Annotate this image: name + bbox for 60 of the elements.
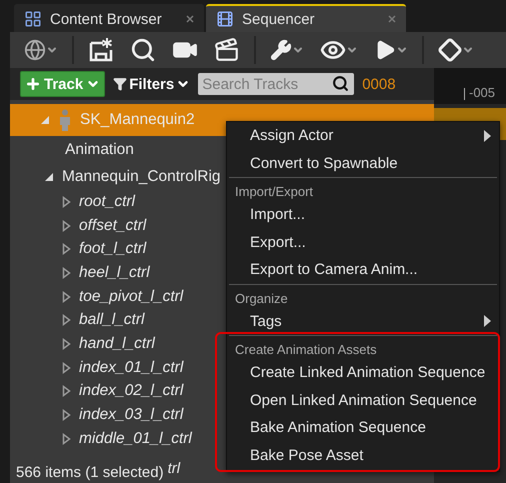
search-field[interactable]: Search Tracks: [198, 73, 354, 95]
collapsed-arrow-icon[interactable]: [62, 362, 71, 374]
search-icon[interactable]: [130, 37, 156, 63]
tree-label: heel_l_ctrl: [79, 264, 150, 282]
tab[interactable]: Sequencer: [206, 4, 406, 32]
collapsed-arrow-icon[interactable]: [62, 409, 71, 422]
tree-label: index_02_l_ctrl: [79, 382, 184, 400]
tree-label: index_01_l_ctrl: [79, 358, 184, 377]
plus-icon: [25, 76, 41, 92]
close-icon[interactable]: [388, 15, 396, 23]
menu-item[interactable]: Bake Animation Sequence: [229, 414, 497, 442]
submenu-arrow-icon: [484, 315, 491, 328]
submenu-arrow-icon: [484, 130, 491, 142]
expanded-arrow-icon[interactable]: [44, 172, 54, 182]
globe-icon[interactable]: [24, 39, 46, 61]
menu-section-heading: Import/Export: [234, 183, 314, 201]
menu-item[interactable]: Bake Pose Asset: [229, 442, 497, 469]
tree-label: trl: [168, 460, 180, 477]
search-icon: [332, 75, 350, 92]
clapperboard-icon[interactable]: [214, 37, 240, 63]
tree-label: hand_l_ctrl: [79, 334, 155, 353]
tree-label: SK_Mannequin2: [80, 111, 195, 129]
collapsed-arrow-icon[interactable]: [62, 266, 71, 279]
collapsed-arrow-icon[interactable]: [62, 432, 71, 445]
ruler-tick-label: -005: [469, 85, 496, 100]
tree-label: index_03_l_ctrl: [79, 406, 184, 424]
filter-icon: [113, 77, 128, 91]
collapsed-arrow-icon[interactable]: [62, 385, 71, 398]
menu-item[interactable]: Export...: [229, 228, 497, 256]
close-icon[interactable]: [186, 15, 194, 23]
collapsed-arrow-icon[interactable]: [62, 314, 71, 326]
film-icon: [216, 10, 234, 28]
tree-label: root_ctrl: [79, 192, 135, 211]
menu-item[interactable]: Tags: [229, 308, 497, 335]
filters-button[interactable]: Filters: [113, 76, 190, 92]
tree-label: ball_l_ctrl: [79, 311, 144, 330]
collapsed-arrow-icon[interactable]: [62, 196, 71, 208]
wrench-icon[interactable]: [270, 39, 292, 61]
menu-item[interactable]: Convert to Spawnable: [229, 150, 497, 177]
menu-section-heading: Create Animation Assets: [234, 341, 378, 359]
collapsed-arrow-icon[interactable]: [62, 290, 71, 303]
tab[interactable]: Content Browser: [14, 4, 204, 32]
grid-icon: [24, 10, 42, 28]
menu-item[interactable]: Create Linked Animation Sequence: [229, 359, 497, 386]
tree-label: Mannequin_ControlRig: [62, 168, 221, 186]
menu-item[interactable]: Open Linked Animation Sequence: [229, 386, 497, 414]
menu-item[interactable]: Import...: [229, 201, 497, 228]
menu-item[interactable]: Export to Camera Anim...: [229, 256, 497, 284]
collapsed-arrow-icon[interactable]: [62, 243, 71, 256]
frame-counter: 0008: [362, 76, 396, 92]
menu-section-heading: Organize: [234, 290, 289, 308]
tree-label: foot_l_ctrl: [79, 240, 146, 258]
tree-label: toe_pivot_l_ctrl: [79, 288, 184, 306]
mannequin-icon: [58, 109, 72, 131]
diamond-icon[interactable]: [438, 38, 462, 62]
tree-label: offset_ctrl: [79, 216, 146, 235]
collapsed-arrow-icon[interactable]: [62, 220, 71, 232]
tree-label: middle_01_l_ctrl: [79, 430, 192, 448]
collapsed-arrow-icon[interactable]: [62, 338, 71, 350]
save-icon[interactable]: [88, 37, 114, 63]
